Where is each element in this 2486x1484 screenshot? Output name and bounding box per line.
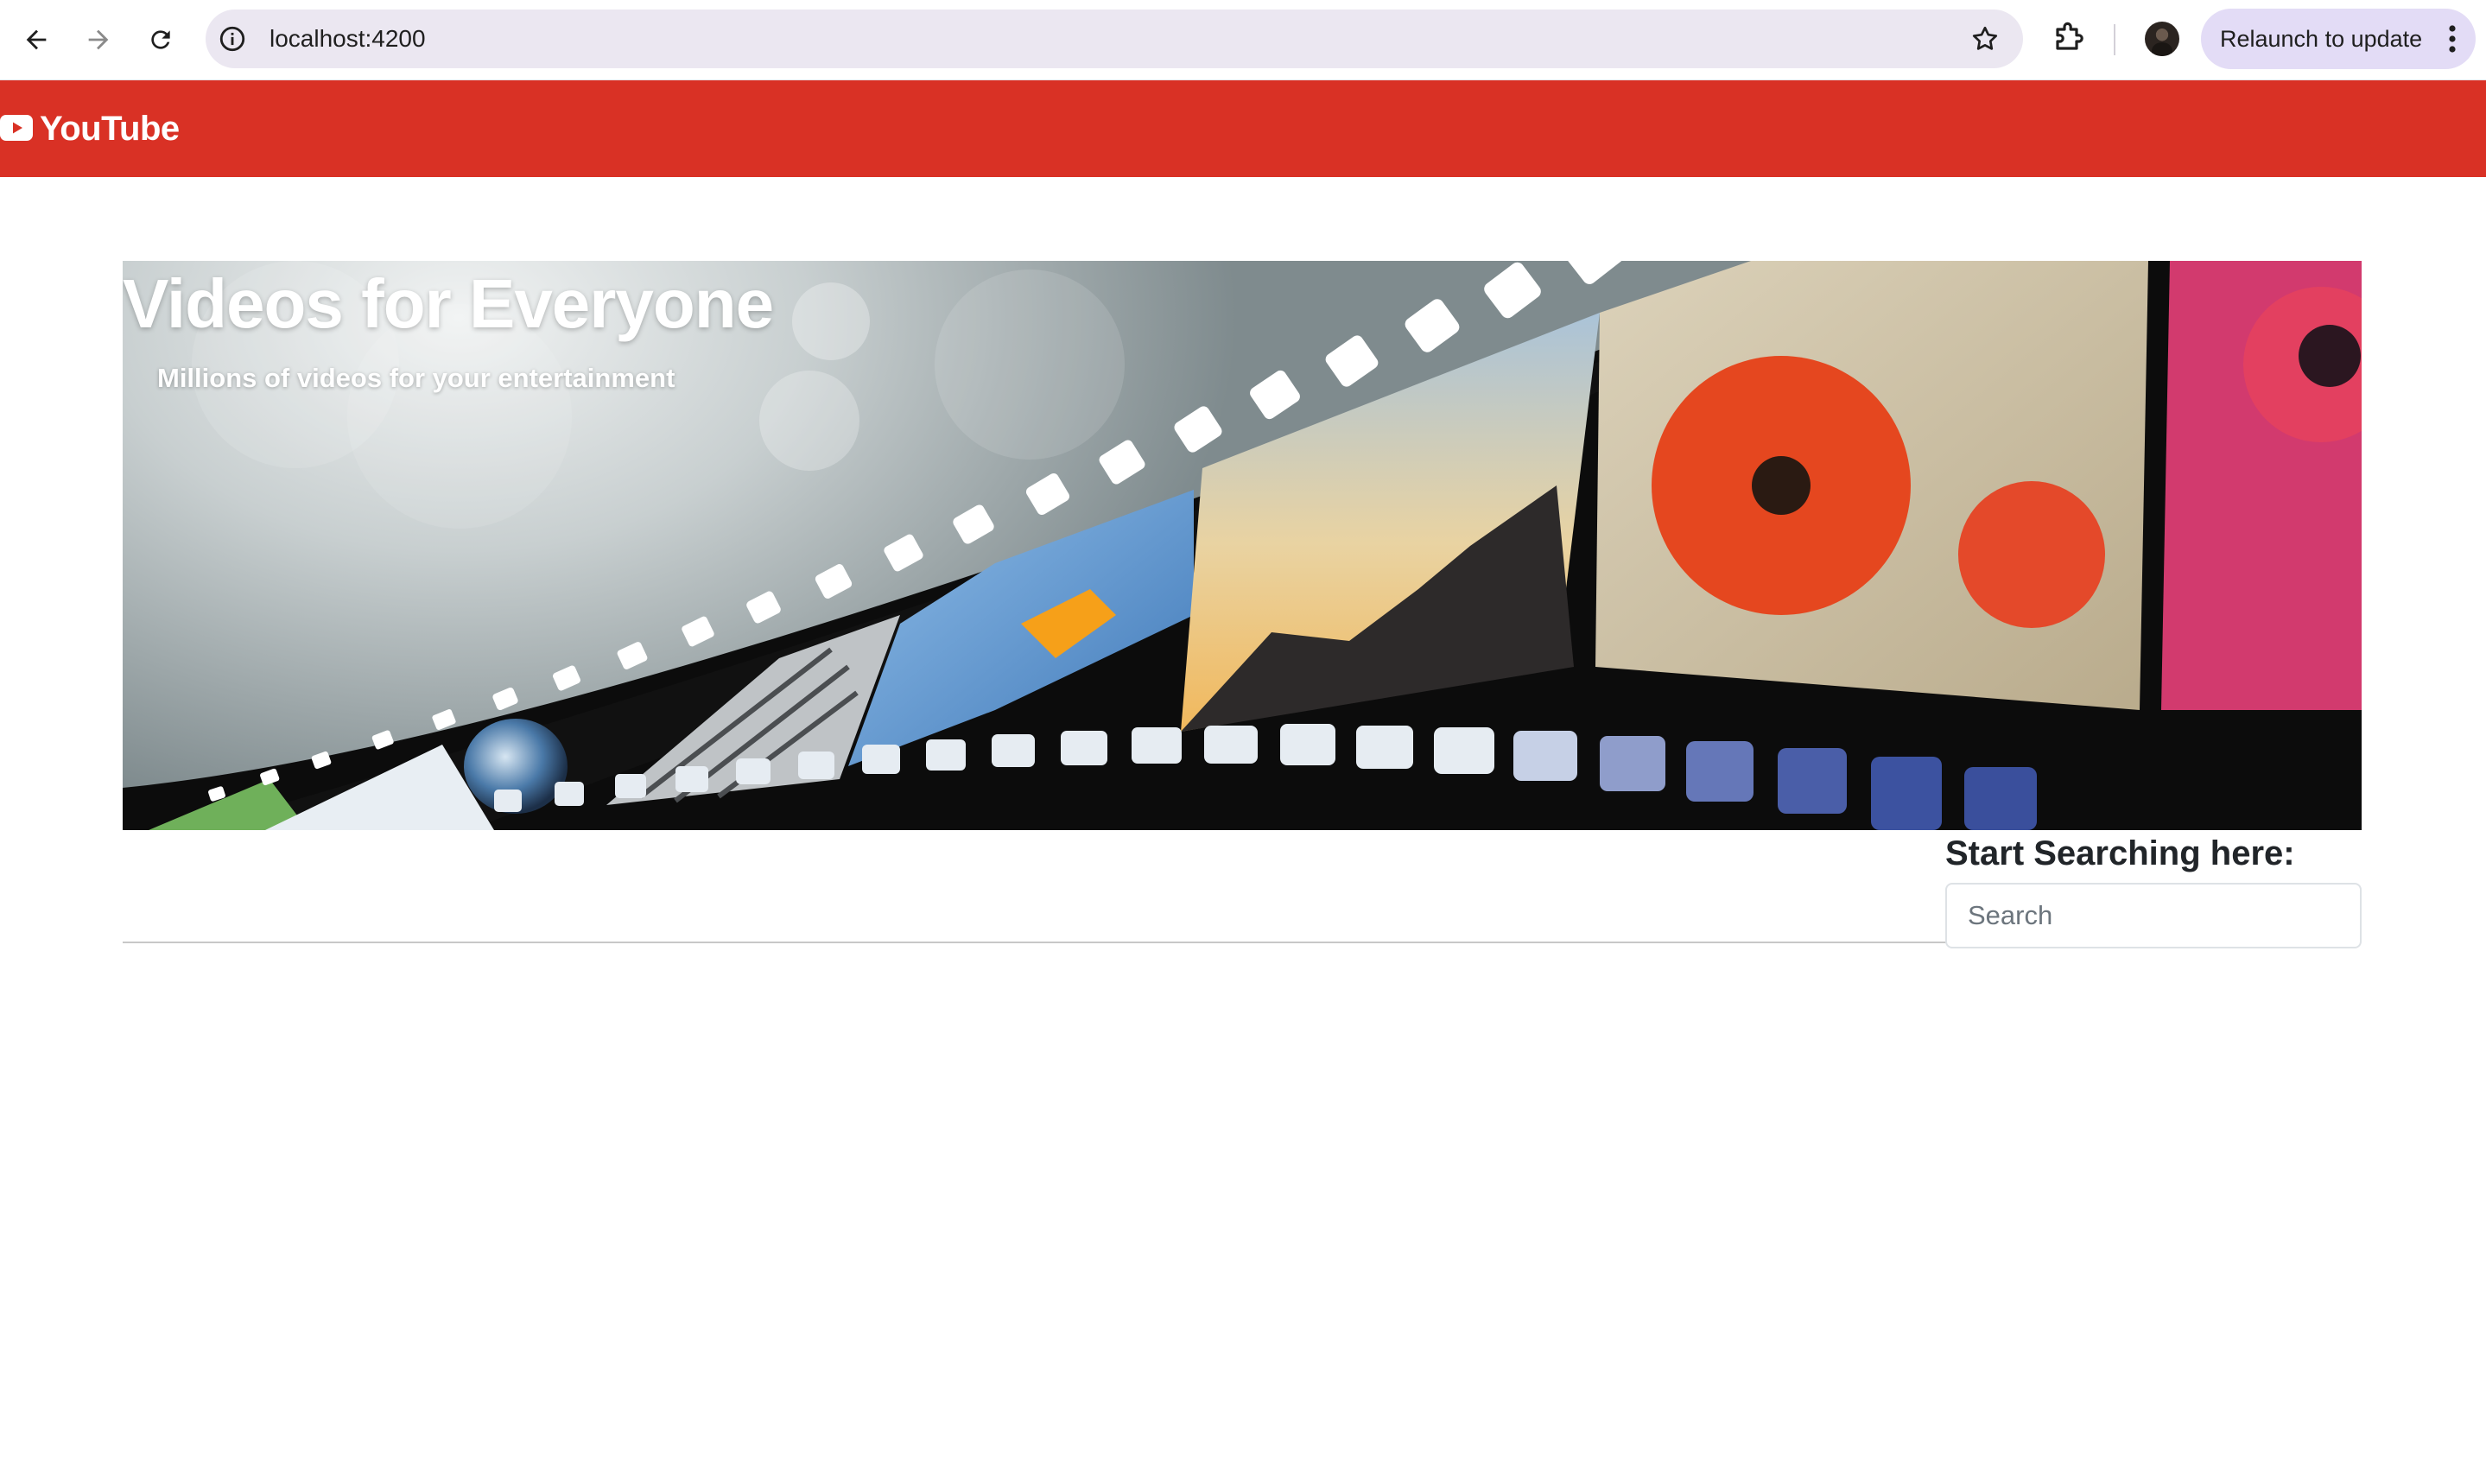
browser-toolbar: localhost:4200 Relaunch to update xyxy=(0,0,2486,80)
bokeh-light xyxy=(935,270,1125,460)
reload-button[interactable] xyxy=(136,16,185,64)
section-divider xyxy=(123,942,1947,943)
back-arrow-icon xyxy=(26,29,47,50)
relaunch-button[interactable]: Relaunch to update xyxy=(2201,9,2476,69)
brand-name[interactable]: YouTube xyxy=(40,80,180,177)
toolbar-divider xyxy=(2114,24,2115,55)
profile-avatar[interactable] xyxy=(2145,22,2179,56)
forward-arrow-icon xyxy=(88,29,109,50)
more-vert-icon[interactable] xyxy=(2446,23,2458,54)
poppy-center xyxy=(1752,456,1811,515)
poppy-flower xyxy=(1958,481,2105,628)
forward-button[interactable] xyxy=(74,16,123,64)
search-input[interactable] xyxy=(1945,883,2362,948)
url-text[interactable]: localhost:4200 xyxy=(270,10,426,68)
site-info-icon[interactable] xyxy=(218,24,247,54)
youtube-play-icon[interactable] xyxy=(0,115,33,141)
bookmark-star-icon[interactable] xyxy=(1969,23,2001,54)
search-heading: Start Searching here: xyxy=(1945,834,2295,872)
relaunch-label: Relaunch to update xyxy=(2220,26,2423,52)
extensions-icon[interactable] xyxy=(2049,19,2090,60)
filmstrip-illustration xyxy=(123,261,2362,830)
address-bar[interactable]: localhost:4200 xyxy=(206,10,2023,68)
hero-title: Videos for Everyone xyxy=(123,265,774,342)
hero-subtitle: Millions of videos for your entertainmen… xyxy=(157,363,675,393)
reload-icon xyxy=(151,30,170,49)
app-header: YouTube xyxy=(0,80,2486,177)
bokeh-light xyxy=(759,371,859,471)
anemone-center xyxy=(2299,325,2361,387)
back-button[interactable] xyxy=(12,16,60,64)
hero-banner: Videos for Everyone Millions of videos f… xyxy=(123,261,2362,830)
bokeh-light xyxy=(792,282,870,360)
